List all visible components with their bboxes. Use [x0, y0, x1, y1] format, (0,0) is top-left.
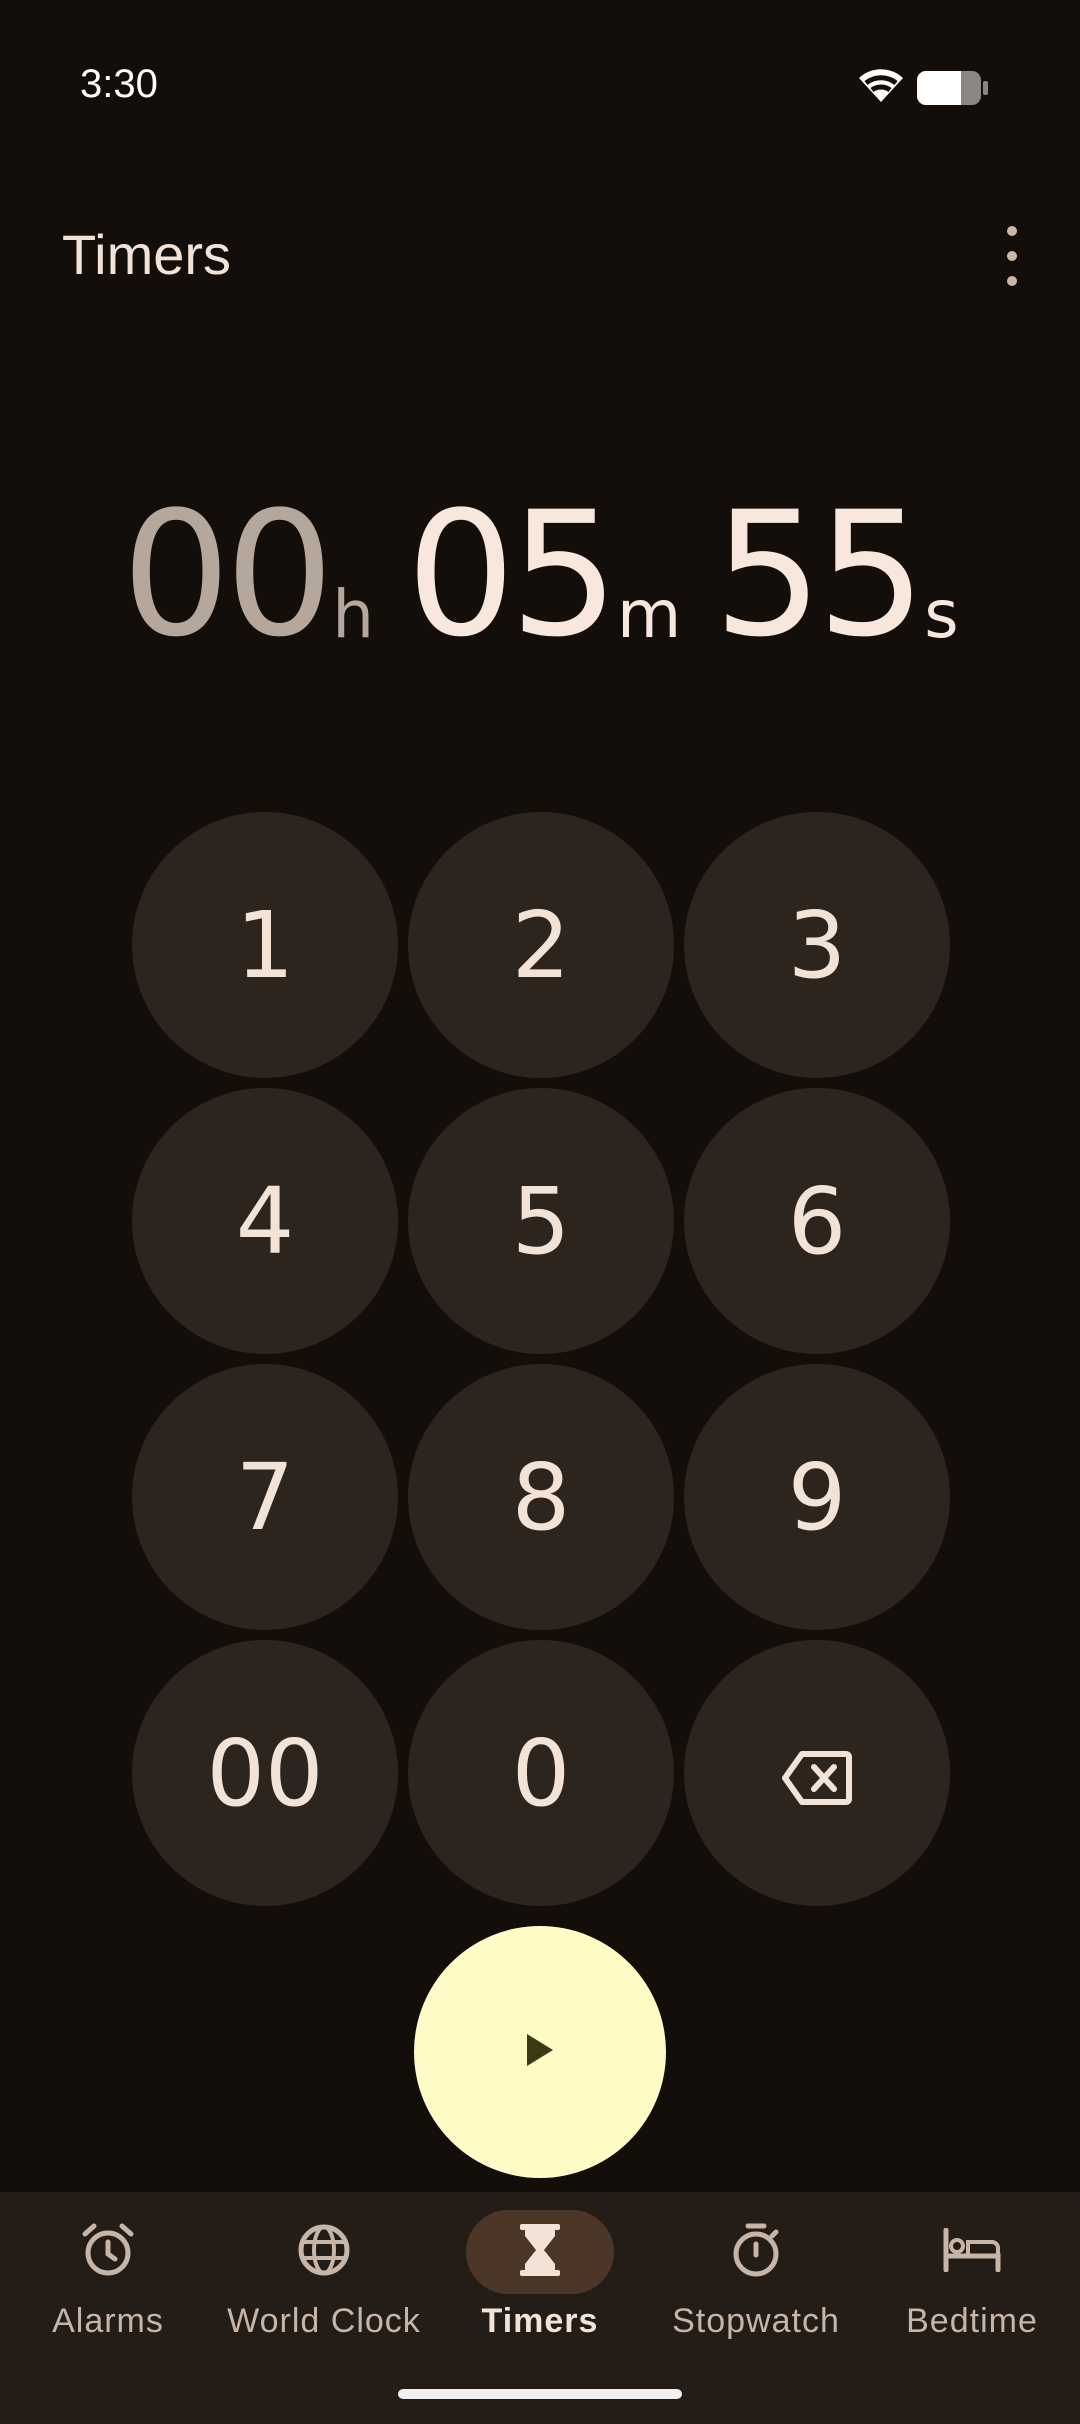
page-title: Timers — [62, 223, 232, 286]
nav-item-bedtime[interactable]: Bedtime — [864, 2192, 1080, 2424]
key-7[interactable]: 7 — [132, 1364, 398, 1630]
hours-group: 00 h — [121, 474, 375, 675]
globe-icon — [296, 2222, 352, 2282]
nav-label-stopwatch: Stopwatch — [672, 2302, 840, 2340]
stopwatch-icon — [728, 2222, 784, 2282]
key-9[interactable]: 9 — [684, 1364, 950, 1630]
key-1[interactable]: 1 — [132, 812, 398, 1078]
gesture-handle[interactable] — [398, 2389, 682, 2399]
minutes-value: 05 — [406, 474, 619, 675]
key-8[interactable]: 8 — [408, 1364, 674, 1630]
battery-icon — [916, 70, 990, 110]
bottom-navigation: Alarms World Clock Timers Stopwatch Bedt… — [0, 2192, 1080, 2424]
key-4[interactable]: 4 — [132, 1088, 398, 1354]
hours-unit: h — [332, 576, 375, 653]
nav-label-world-clock: World Clock — [227, 2302, 421, 2340]
key-0[interactable]: 0 — [408, 1640, 674, 1906]
wifi-icon — [858, 66, 904, 108]
seconds-group: 55 s — [713, 474, 959, 675]
hourglass-icon — [518, 2222, 562, 2282]
play-icon — [525, 2032, 555, 2072]
status-bar: 3:30 — [0, 0, 1080, 176]
key-6[interactable]: 6 — [684, 1088, 950, 1354]
key-5[interactable]: 5 — [408, 1088, 674, 1354]
nav-label-timers: Timers — [481, 2302, 599, 2340]
key-2[interactable]: 2 — [408, 812, 674, 1078]
nav-item-alarms[interactable]: Alarms — [0, 2192, 216, 2424]
nav-label-bedtime: Bedtime — [906, 2302, 1038, 2340]
minutes-group: 05 m — [406, 474, 682, 675]
start-button[interactable] — [414, 1926, 666, 2178]
status-time: 3:30 — [80, 62, 158, 106]
seconds-unit: s — [924, 576, 959, 653]
minutes-unit: m — [617, 576, 682, 653]
nav-active-indicator — [466, 2210, 614, 2294]
seconds-value: 55 — [713, 474, 926, 675]
hours-value: 00 — [121, 474, 334, 675]
more-options-button[interactable] — [990, 226, 1034, 286]
backspace-icon — [782, 1720, 852, 1827]
bed-icon — [942, 2227, 1002, 2276]
key-00[interactable]: 00 — [132, 1640, 398, 1906]
backspace-button[interactable] — [684, 1640, 950, 1906]
alarm-icon — [80, 2222, 136, 2282]
nav-item-stopwatch[interactable]: Stopwatch — [648, 2192, 864, 2424]
key-3[interactable]: 3 — [684, 812, 950, 1078]
timer-display: 00 h 05 m 55 s — [0, 470, 1080, 675]
more-vert-icon — [1007, 226, 1017, 236]
nav-label-alarms: Alarms — [52, 2302, 164, 2340]
